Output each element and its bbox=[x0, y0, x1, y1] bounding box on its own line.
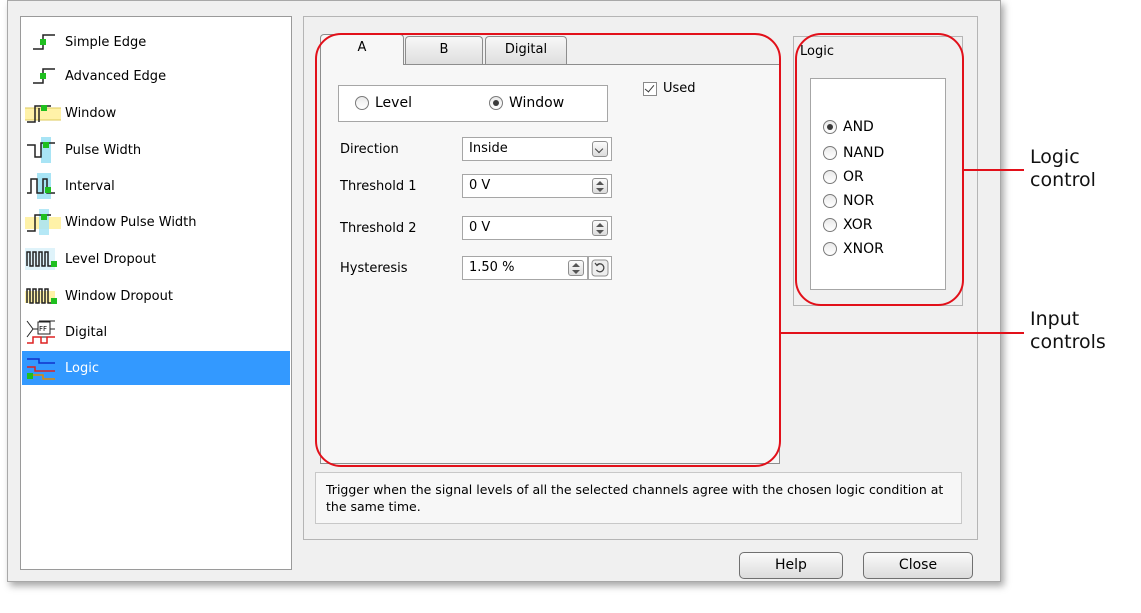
logic-option-nor[interactable]: NOR bbox=[823, 193, 874, 209]
trigger-item-logic[interactable]: Logic bbox=[22, 351, 290, 385]
used-checkbox-box[interactable] bbox=[643, 81, 657, 96]
radio-window-button[interactable] bbox=[489, 96, 503, 110]
logic-option-xnor[interactable]: XNOR bbox=[823, 241, 884, 257]
logic-xnor-radio[interactable] bbox=[823, 242, 837, 256]
reset-icon bbox=[591, 259, 609, 277]
logic-option-nand[interactable]: NAND bbox=[823, 145, 884, 161]
trigger-item-window-dropout[interactable]: Window Dropout bbox=[22, 279, 290, 313]
trigger-item-label: Level Dropout bbox=[65, 251, 157, 267]
chevron-down-icon[interactable] bbox=[592, 141, 608, 157]
direction-value: Inside bbox=[469, 141, 508, 156]
logic-nor-radio[interactable] bbox=[823, 194, 837, 208]
threshold-2-spinner-icon[interactable] bbox=[592, 220, 608, 236]
trigger-item-label: Simple Edge bbox=[65, 34, 147, 50]
threshold-1-value: 0 V bbox=[469, 178, 491, 193]
trigger-item-label: Window Dropout bbox=[65, 288, 173, 304]
radio-window-label: Window bbox=[509, 95, 565, 111]
window-icon bbox=[25, 100, 65, 126]
logic-option-label: NAND bbox=[843, 145, 885, 161]
logic-option-and[interactable]: AND bbox=[823, 119, 874, 135]
trigger-item-label: Logic bbox=[65, 360, 99, 376]
close-button[interactable]: Close bbox=[863, 552, 973, 579]
trigger-item-label: Pulse Width bbox=[65, 142, 142, 158]
radio-level-button[interactable] bbox=[355, 96, 369, 110]
simple-edge-icon bbox=[25, 29, 65, 55]
trigger-item-window-pulse-width[interactable]: Window Pulse Width bbox=[22, 205, 290, 239]
logic-control-caption: Logic control bbox=[1030, 146, 1096, 192]
logic-option-label: NOR bbox=[843, 193, 875, 209]
level-dropout-icon bbox=[25, 246, 65, 272]
logic-option-xor[interactable]: XOR bbox=[823, 217, 872, 233]
threshold-2-value: 0 V bbox=[469, 220, 491, 235]
trigger-description: Trigger when the signal levels of all th… bbox=[315, 472, 962, 524]
direction-label: Direction bbox=[340, 142, 399, 157]
trigger-item-label: Digital bbox=[65, 324, 108, 340]
logic-option-label: OR bbox=[843, 169, 864, 185]
radio-window[interactable]: Window bbox=[489, 95, 564, 111]
trigger-item-simple-edge[interactable]: Simple Edge bbox=[22, 25, 290, 59]
input-controls-pointer bbox=[781, 332, 1024, 334]
hysteresis-input[interactable]: 1.50 % bbox=[462, 256, 588, 280]
used-checkbox-label: Used bbox=[663, 81, 696, 96]
mode-radio-group: Level Window bbox=[338, 85, 608, 122]
trigger-item-label: Interval bbox=[65, 178, 115, 194]
logic-option-label: AND bbox=[843, 119, 874, 135]
tab-label: B bbox=[439, 42, 449, 57]
logic-icon bbox=[25, 355, 65, 381]
trigger-item-label: Window bbox=[65, 105, 117, 121]
tab-a[interactable]: A bbox=[320, 34, 404, 65]
trigger-item-label: Window Pulse Width bbox=[65, 214, 197, 230]
reset-button[interactable] bbox=[588, 256, 612, 280]
logic-xor-radio[interactable] bbox=[823, 218, 837, 232]
hysteresis-value: 1.50 % bbox=[469, 260, 515, 275]
help-button[interactable]: Help bbox=[739, 552, 843, 579]
trigger-item-level-dropout[interactable]: Level Dropout bbox=[22, 242, 290, 276]
trigger-item-window[interactable]: Window bbox=[22, 96, 290, 130]
caption-line: control bbox=[1030, 169, 1096, 191]
logic-option-label: XNOR bbox=[843, 241, 884, 257]
digital-icon: FF bbox=[25, 319, 65, 345]
input-controls-caption: Input controls bbox=[1030, 308, 1106, 354]
pulse-width-icon bbox=[25, 137, 65, 163]
logic-nand-radio[interactable] bbox=[823, 146, 837, 160]
trigger-item-interval[interactable]: Interval bbox=[22, 169, 290, 203]
logic-option-or[interactable]: OR bbox=[823, 169, 864, 185]
logic-option-label: XOR bbox=[843, 217, 873, 233]
window-dropout-icon bbox=[25, 283, 65, 309]
logic-control-pointer bbox=[964, 169, 1024, 171]
logic-options: AND NAND OR NOR XOR XNOR bbox=[810, 78, 946, 290]
trigger-item-label: Advanced Edge bbox=[65, 68, 167, 84]
hysteresis-spinner-icon[interactable] bbox=[568, 260, 584, 276]
threshold-2-label: Threshold 2 bbox=[340, 221, 417, 236]
logic-or-radio[interactable] bbox=[823, 170, 837, 184]
threshold-2-input[interactable]: 0 V bbox=[462, 216, 612, 240]
threshold-1-input[interactable]: 0 V bbox=[462, 174, 612, 198]
trigger-item-pulse-width[interactable]: Pulse Width bbox=[22, 133, 290, 167]
tab-label: Digital bbox=[504, 42, 548, 57]
interval-icon bbox=[25, 173, 65, 199]
trigger-type-list[interactable]: Simple Edge Advanced Edge Window Pulse W… bbox=[20, 16, 292, 570]
threshold-1-label: Threshold 1 bbox=[340, 179, 417, 194]
radio-level-label: Level bbox=[375, 95, 412, 111]
caption-line: Logic bbox=[1030, 146, 1080, 168]
threshold-1-spinner-icon[interactable] bbox=[592, 178, 608, 194]
window-pulse-width-icon bbox=[25, 209, 65, 235]
hysteresis-label: Hysteresis bbox=[340, 261, 408, 276]
used-checkbox[interactable]: Used bbox=[643, 81, 696, 96]
logic-and-radio[interactable] bbox=[823, 120, 837, 134]
advanced-edge-icon bbox=[25, 63, 65, 89]
direction-select[interactable]: Inside bbox=[462, 137, 612, 161]
tab-b[interactable]: B bbox=[405, 36, 483, 64]
radio-level[interactable]: Level bbox=[355, 95, 412, 111]
svg-text:FF: FF bbox=[39, 325, 47, 333]
logic-group-title: Logic bbox=[800, 44, 834, 59]
tab-digital[interactable]: Digital bbox=[485, 36, 567, 64]
tab-label: A bbox=[357, 40, 367, 55]
caption-line: Input bbox=[1030, 308, 1080, 330]
trigger-item-digital[interactable]: FF Digital bbox=[22, 315, 290, 349]
caption-line: controls bbox=[1030, 331, 1106, 353]
trigger-item-advanced-edge[interactable]: Advanced Edge bbox=[22, 59, 290, 93]
